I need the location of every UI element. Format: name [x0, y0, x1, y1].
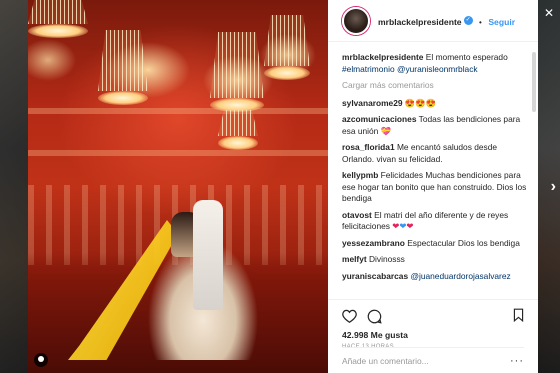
heart-emoji-icon: ❤ [406, 221, 414, 231]
backdrop-left-post [0, 0, 28, 373]
backdrop-right-post [538, 0, 560, 373]
caption-text: El momento esperado [425, 52, 508, 62]
heart-icon[interactable] [342, 309, 357, 323]
list-item: kellypmb Felicidades Muchas bendiciones … [342, 170, 528, 205]
photo-chandelier [218, 110, 258, 150]
photo-balcony [28, 108, 328, 114]
post-photo[interactable] [28, 0, 328, 373]
list-item: otavost El matri del año diferente y de … [342, 210, 528, 233]
caption: mrblackelpresidente El momento esperado … [342, 52, 528, 75]
verified-icon: ✓ [463, 15, 473, 25]
close-icon[interactable]: ✕ [544, 6, 554, 20]
caption-hashtag[interactable]: #elmatrimonio [342, 64, 395, 74]
list-item: rosa_florida1 Me encantó saludos desde O… [342, 142, 528, 165]
photo-chandelier [98, 30, 148, 105]
comments-scrollbar[interactable] [532, 52, 536, 112]
photo-chandelier [210, 32, 264, 112]
header-user-line: mrblackelpresidente ✓ • Seguir [378, 12, 515, 30]
photo-balcony [28, 150, 328, 156]
load-more-comments-button[interactable]: Cargar más comentarios [342, 80, 528, 92]
save-icon[interactable] [513, 308, 524, 327]
caption-username[interactable]: mrblackelpresidente [342, 52, 423, 62]
header-separator: • [479, 17, 482, 27]
user-tag-icon[interactable] [34, 353, 48, 367]
photo-chandelier [28, 0, 88, 38]
comment-username[interactable]: yessezambrano [342, 238, 405, 248]
post-header: mrblackelpresidente ✓ • Seguir [328, 0, 538, 42]
comment-username[interactable]: azcomunicaciones [342, 114, 416, 124]
comment-text: Espectacular Dios los bendiga [407, 237, 520, 248]
list-item: yuraniscabarcas @juaneduardorojasalvarez [342, 271, 528, 283]
action-icons [342, 308, 524, 324]
comment-text: Divinosss [369, 254, 405, 264]
heart-emoji-icon: 💝 [380, 125, 392, 136]
list-item: melfyt Divinosss [342, 254, 528, 266]
comment-username[interactable]: kellypmb [342, 170, 378, 180]
comment-username[interactable]: rosa_florida1 [342, 142, 395, 152]
comment-icon[interactable] [367, 309, 382, 324]
add-comment-bar: ··· [342, 347, 524, 373]
comment-input[interactable] [342, 355, 502, 366]
caption-mention[interactable]: @yuranisleonmrblack [397, 64, 478, 74]
post-sidebar: mrblackelpresidente ✓ • Seguir mrblackelp… [328, 0, 538, 373]
photo-groom [193, 200, 223, 310]
list-item: sylvanarome29 😍😍😍 [342, 98, 528, 110]
comment-username[interactable]: yuraniscabarcas [342, 271, 408, 281]
list-item: yessezambrano Espectacular Dios los bend… [342, 238, 528, 250]
next-arrow-icon[interactable]: › [551, 178, 556, 196]
list-item: azcomunicaciones Todas las bendiciones p… [342, 114, 528, 137]
comment-mention[interactable]: @juaneduardorojasalvarez [410, 271, 510, 281]
photo-chandelier [264, 15, 310, 80]
comment-text: 😍😍😍 [404, 97, 437, 108]
avatar[interactable] [342, 6, 370, 35]
follow-button[interactable]: Seguir [488, 17, 515, 27]
comments-list[interactable]: mrblackelpresidente El momento esperado … [328, 42, 538, 299]
comment-username[interactable]: melfyt [342, 254, 367, 264]
comment-username[interactable]: sylvanarome29 [342, 98, 403, 108]
header-username[interactable]: mrblackelpresidente [378, 17, 462, 27]
more-options-icon[interactable]: ··· [510, 355, 524, 367]
likes-count[interactable]: 42.998 Me gusta [342, 330, 524, 340]
comment-username[interactable]: otavost [342, 210, 372, 220]
post-actions: 42.998 Me gusta HACE 13 HORAS ··· [328, 299, 538, 373]
post-modal: mrblackelpresidente ✓ • Seguir mrblackelp… [28, 0, 538, 373]
